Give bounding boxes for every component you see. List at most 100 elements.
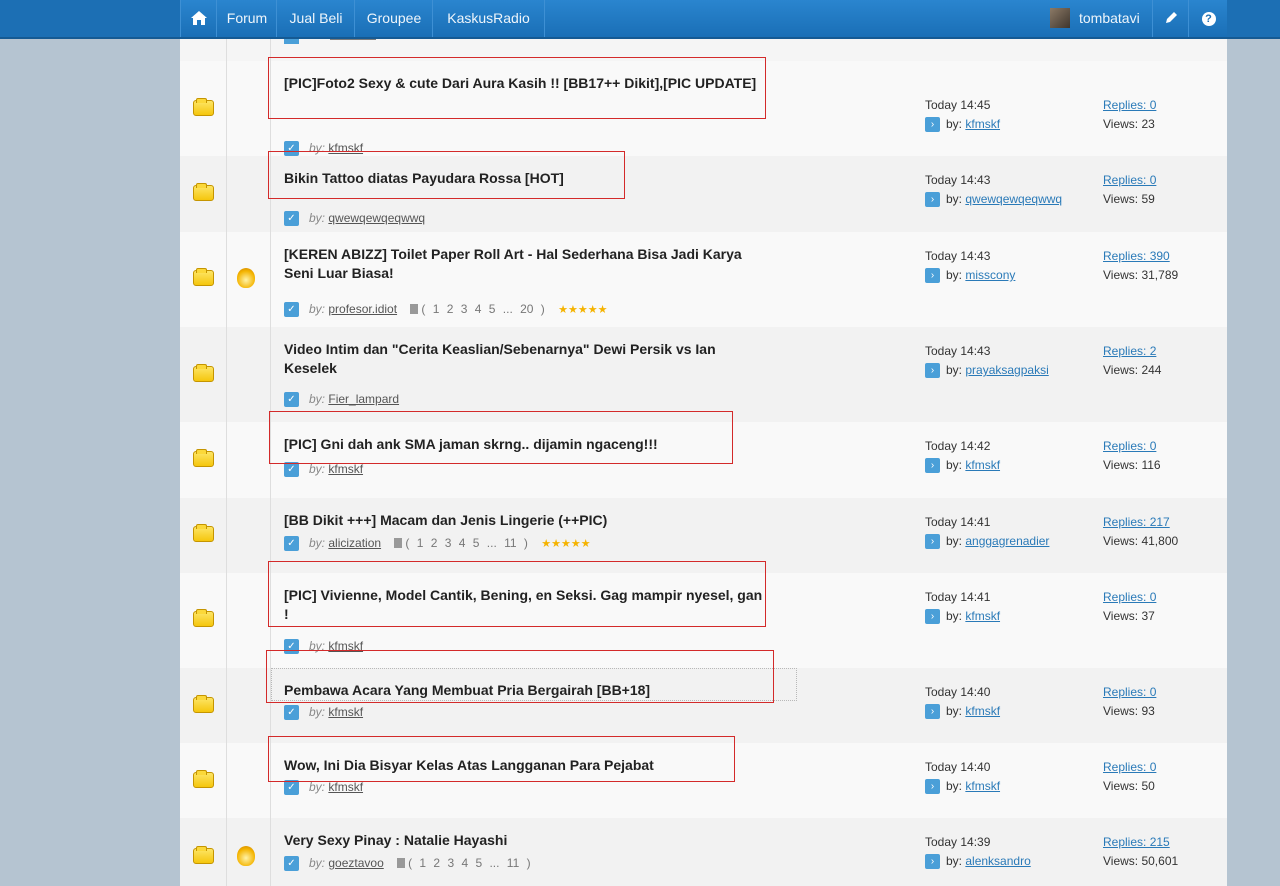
replies-link[interactable]: Replies: 217 <box>1103 513 1223 531</box>
thread-stats: Replies: 0 Views: 23 <box>1103 96 1223 133</box>
replies-link[interactable]: Replies: 0 <box>1103 171 1223 189</box>
subscribe-check-icon[interactable]: ✓ <box>284 462 299 478</box>
subscribe-check-icon[interactable]: ✓ <box>284 639 299 655</box>
thread-title-link[interactable]: [BB Dikit +++] Macam dan Jenis Lingerie … <box>284 511 764 530</box>
thread-title-link[interactable]: Wow, Ini Dia Bisyar Kelas Atas Langganan… <box>284 756 764 775</box>
thread-author-link[interactable]: kfmskf <box>328 141 363 155</box>
nav-forum-link[interactable]: Forum <box>216 0 277 37</box>
replies-link[interactable]: Replies: 390 <box>1103 247 1223 265</box>
replies-link[interactable]: Replies: 0 <box>1103 588 1223 606</box>
last-post-user-link[interactable]: qwewqewqeqwwq <box>965 192 1062 206</box>
by-label: by: <box>309 211 326 225</box>
goto-last-post-icon[interactable]: › <box>925 363 940 379</box>
last-post-user-link[interactable]: kfmskf <box>965 117 1000 131</box>
last-post-user-link[interactable]: kfmskf <box>965 609 1000 623</box>
thread-author-link[interactable]: alicization <box>328 536 381 550</box>
thread-row: Wow, Ini Dia Bisyar Kelas Atas Langganan… <box>180 743 1227 819</box>
user-menu[interactable]: tombatavi <box>1042 0 1152 37</box>
nav-home-button[interactable] <box>180 0 217 37</box>
thread-pagination[interactable]: ( 1 2 3 4 5 ... 11 ) <box>394 536 528 550</box>
replies-link[interactable]: Replies: 0 <box>1103 683 1223 701</box>
thread-title-link[interactable]: [PIC] Gni dah ank SMA jaman skrng.. dija… <box>284 435 764 454</box>
thread-title-link[interactable]: [PIC] Vivienne, Model Cantik, Bening, en… <box>284 586 764 624</box>
thread-pagination[interactable]: ( 1 2 3 4 5 ... 11 ) <box>397 856 531 870</box>
thread-meta: ✓ by: kfmskf <box>284 705 363 721</box>
last-post-by-label: by: <box>946 534 963 548</box>
last-post-time: Today 14:42 <box>925 439 991 453</box>
pagination-text[interactable]: ( 1 2 3 4 5 ... 11 ) <box>405 536 528 550</box>
views-count: Views: 244 <box>1103 363 1162 377</box>
thread-title-link[interactable]: Pembawa Acara Yang Membuat Pria Bergaira… <box>284 681 764 700</box>
thread-row: Bikin Tattoo diatas Payudara Rossa [HOT]… <box>180 156 1227 233</box>
by-label: by: <box>309 392 326 406</box>
subscribe-check-icon[interactable]: ✓ <box>284 141 299 157</box>
previous-row-partial <box>180 39 1227 62</box>
last-post-user-link[interactable]: kfmskf <box>965 458 1000 472</box>
last-post-by-label: by: <box>946 268 963 282</box>
subscribe-check-icon[interactable]: ✓ <box>284 302 299 318</box>
thread-stats: Replies: 0 Views: 116 <box>1103 437 1223 474</box>
thread-author-link[interactable]: profesor.idiot <box>328 302 397 316</box>
goto-last-post-icon[interactable]: › <box>925 268 940 284</box>
thread-row: Pembawa Acara Yang Membuat Pria Bergaira… <box>180 668 1227 744</box>
thread-title-link[interactable]: [PIC]Foto2 Sexy & cute Dari Aura Kasih !… <box>284 74 764 93</box>
last-post-info: Today 14:42 › by: kfmskf <box>925 437 1095 474</box>
last-post-user-link[interactable]: alenksandro <box>965 854 1030 868</box>
subscribe-check-icon[interactable]: ✓ <box>284 392 299 408</box>
last-post-user-link[interactable]: kfmskf <box>965 779 1000 793</box>
thread-author-link[interactable]: qwewqewqeqwwq <box>328 211 425 225</box>
pagination-text[interactable]: ( 1 2 3 4 5 ... 11 ) <box>408 856 531 870</box>
replies-link[interactable]: Replies: 2 <box>1103 342 1223 360</box>
subscribe-check-icon[interactable]: ✓ <box>284 705 299 721</box>
thread-title-link[interactable]: [KEREN ABIZZ] Toilet Paper Roll Art - Ha… <box>284 245 764 283</box>
last-post-user-link[interactable]: anggagrenadier <box>965 534 1049 548</box>
thread-author-link[interactable]: kfmskf <box>328 705 363 719</box>
last-post-by-label: by: <box>946 458 963 472</box>
last-post-user-link[interactable]: misscony <box>965 268 1015 282</box>
thread-row: [PIC]Foto2 Sexy & cute Dari Aura Kasih !… <box>180 61 1227 157</box>
thread-author-link[interactable]: goeztavoo <box>328 856 383 870</box>
goto-last-post-icon[interactable]: › <box>925 192 940 208</box>
thread-pagination[interactable]: ( 1 2 3 4 5 ... 20 ) <box>410 302 545 316</box>
thread-author-link[interactable]: kfmskf <box>328 639 363 653</box>
thread-title-link[interactable]: Video Intim dan "Cerita Keaslian/Sebenar… <box>284 340 764 378</box>
thread-author-link[interactable]: kfmskf <box>328 462 363 476</box>
pagination-text[interactable]: ( 1 2 3 4 5 ... 20 ) <box>421 302 544 316</box>
goto-last-post-icon[interactable]: › <box>925 458 940 474</box>
replies-link[interactable]: Replies: 0 <box>1103 96 1223 114</box>
page-icon <box>397 858 406 868</box>
thread-title-link[interactable]: Very Sexy Pinay : Natalie Hayashi <box>284 831 764 850</box>
replies-link[interactable]: Replies: 0 <box>1103 758 1223 776</box>
nav-kaskusradio-link[interactable]: KaskusRadio <box>432 0 545 37</box>
views-count: Views: 37 <box>1103 609 1155 623</box>
goto-last-post-icon[interactable]: › <box>925 779 940 795</box>
replies-link[interactable]: Replies: 0 <box>1103 437 1223 455</box>
thread-row: [BB Dikit +++] Macam dan Jenis Lingerie … <box>180 498 1227 574</box>
subscribe-check-icon[interactable]: ✓ <box>284 211 299 227</box>
last-post-info: Today 14:43 › by: prayaksagpaksi <box>925 342 1095 379</box>
goto-last-post-icon[interactable]: › <box>925 854 940 870</box>
goto-last-post-icon[interactable]: › <box>925 534 940 550</box>
thread-author-link[interactable]: kfmskf <box>328 780 363 794</box>
subscribe-check-icon[interactable]: ✓ <box>284 856 299 872</box>
goto-last-post-icon[interactable]: › <box>925 117 940 133</box>
nav-groupee-link[interactable]: Groupee <box>354 0 433 37</box>
nav-jual-beli-link[interactable]: Jual Beli <box>276 0 355 37</box>
last-post-user-link[interactable]: prayaksagpaksi <box>965 363 1048 377</box>
replies-link[interactable]: Replies: 215 <box>1103 833 1223 851</box>
thread-title-link[interactable]: Bikin Tattoo diatas Payudara Rossa [HOT] <box>284 169 764 188</box>
last-post-by-label: by: <box>946 117 963 131</box>
thread-meta: ✓ by: qwewqewqeqwwq <box>284 211 425 227</box>
thread-author-link[interactable]: Fier_lampard <box>328 392 399 406</box>
goto-last-post-icon[interactable]: › <box>925 704 940 720</box>
last-post-user-link[interactable]: kfmskf <box>965 704 1000 718</box>
subscribe-check-icon[interactable]: ✓ <box>284 780 299 796</box>
nav-help-button[interactable]: ? <box>1188 0 1228 37</box>
thread-stats: Replies: 2 Views: 244 <box>1103 342 1223 379</box>
views-count: Views: 93 <box>1103 704 1155 718</box>
subscribe-check-icon[interactable]: ✓ <box>284 536 299 552</box>
last-post-info: Today 14:40 › by: kfmskf <box>925 758 1095 795</box>
last-post-info: Today 14:40 › by: kfmskf <box>925 683 1095 720</box>
nav-edit-button[interactable] <box>1152 0 1189 37</box>
goto-last-post-icon[interactable]: › <box>925 609 940 625</box>
